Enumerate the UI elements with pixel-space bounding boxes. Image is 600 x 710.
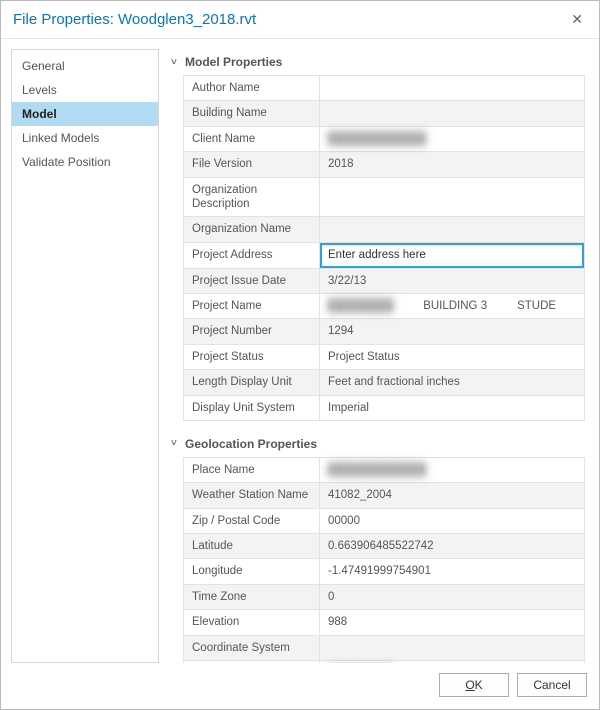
- property-label: Weather Station Name: [184, 483, 320, 507]
- geolocation-properties-grid: Place Name████████████Weather Station Na…: [183, 457, 585, 663]
- property-label: Building Name: [184, 101, 320, 125]
- property-row: Client Name████████████: [184, 127, 584, 152]
- property-row: Organization Name: [184, 217, 584, 242]
- sidebar-item-validate-position[interactable]: Validate Position: [12, 150, 158, 174]
- property-row: Latitude0.663906485522742: [184, 534, 584, 559]
- property-value[interactable]: 0.663906485522742: [320, 534, 584, 558]
- property-value[interactable]: Imperial: [320, 396, 584, 420]
- sidebar-item-linked-models[interactable]: Linked Models: [12, 126, 158, 150]
- dialog-title: File Properties: Woodglen3_2018.rvt: [13, 11, 256, 28]
- property-label: Time Zone: [184, 585, 320, 609]
- property-label: Longitude: [184, 559, 320, 583]
- file-properties-dialog: File Properties: Woodglen3_2018.rvt ✕ Ge…: [0, 0, 600, 710]
- property-label: Organization Description: [184, 178, 320, 217]
- property-row: Time Zone0: [184, 585, 584, 610]
- property-label: Project Number: [184, 319, 320, 343]
- property-label: Latitude: [184, 534, 320, 558]
- property-value[interactable]: 2018: [320, 152, 584, 176]
- section-header-geolocation[interactable]: ˅ Geolocation Properties: [169, 431, 587, 457]
- property-row: Author Name: [184, 76, 584, 101]
- property-label: Project Issue Date: [184, 269, 320, 293]
- property-value[interactable]: [320, 178, 584, 217]
- dialog-body: GeneralLevelsModelLinked ModelsValidate …: [1, 39, 599, 663]
- property-row: Project StatusProject Status: [184, 345, 584, 370]
- section-title: Model Properties: [185, 55, 282, 69]
- titlebar: File Properties: Woodglen3_2018.rvt ✕: [1, 1, 599, 39]
- cancel-button[interactable]: Cancel: [517, 673, 587, 697]
- property-value[interactable]: [320, 76, 584, 100]
- property-row: Display Unit SystemImperial: [184, 396, 584, 421]
- property-value[interactable]: [320, 636, 584, 660]
- chevron-down-icon: ˅: [171, 57, 181, 68]
- property-label: Client Name: [184, 127, 320, 151]
- chevron-down-icon: ˅: [171, 438, 181, 449]
- property-label: Display Unit System: [184, 396, 320, 420]
- dialog-footer: OK Cancel: [1, 663, 599, 709]
- property-label: Project Name: [184, 294, 320, 318]
- sidebar: GeneralLevelsModelLinked ModelsValidate …: [11, 49, 159, 663]
- property-row: Longitude-1.47491999754901: [184, 559, 584, 584]
- section-title: Geolocation Properties: [185, 437, 317, 451]
- property-row: Weather Station Name41082_2004: [184, 483, 584, 508]
- property-row: Elevation988: [184, 610, 584, 635]
- sidebar-item-levels[interactable]: Levels: [12, 78, 158, 102]
- property-value[interactable]: 00000: [320, 509, 584, 533]
- property-row: Zip / Postal Code00000: [184, 509, 584, 534]
- property-label: Author Name: [184, 76, 320, 100]
- property-value[interactable]: Project Status: [320, 345, 584, 369]
- property-value[interactable]: 0: [320, 585, 584, 609]
- sidebar-item-model[interactable]: Model: [12, 102, 158, 126]
- close-icon[interactable]: ✕: [565, 9, 589, 30]
- property-value[interactable]: 3/22/13: [320, 269, 584, 293]
- property-row: Project Issue Date3/22/13: [184, 269, 584, 294]
- property-row: Coordinate System: [184, 636, 584, 661]
- property-row: File Version2018: [184, 152, 584, 177]
- property-label: Place Name: [184, 458, 320, 482]
- property-value[interactable]: -1.47491999754901: [320, 559, 584, 583]
- property-row: Project Address: [184, 243, 584, 269]
- property-label: Zip / Postal Code: [184, 509, 320, 533]
- property-row: Place Name████████████: [184, 458, 584, 483]
- property-label: Project Status: [184, 345, 320, 369]
- property-value[interactable]: ████████8d47ac7: [320, 661, 584, 663]
- property-value[interactable]: 1294: [320, 319, 584, 343]
- property-row: Project Number1294: [184, 319, 584, 344]
- property-label: Organization Name: [184, 217, 320, 241]
- content-panel: ˅ Model Properties Author NameBuilding N…: [169, 49, 589, 663]
- property-value[interactable]: Feet and fractional inches: [320, 370, 584, 394]
- property-label: Elevation: [184, 610, 320, 634]
- section-header-model[interactable]: ˅ Model Properties: [169, 49, 587, 75]
- property-row: Organization Description: [184, 178, 584, 218]
- property-row: Length Display UnitFeet and fractional i…: [184, 370, 584, 395]
- property-label: Coordinate System: [184, 636, 320, 660]
- property-row: Project Name████████BUILDING 3STUDE: [184, 294, 584, 319]
- property-value[interactable]: 41082_2004: [320, 483, 584, 507]
- property-value[interactable]: ████████BUILDING 3STUDE: [320, 294, 584, 318]
- property-row: Building Name: [184, 101, 584, 126]
- ok-button[interactable]: OK: [439, 673, 509, 697]
- property-label: File Version: [184, 152, 320, 176]
- model-properties-grid: Author NameBuilding NameClient Name█████…: [183, 75, 585, 421]
- property-value[interactable]: [320, 217, 584, 241]
- property-value[interactable]: ████████████: [320, 127, 584, 151]
- property-value[interactable]: 988: [320, 610, 584, 634]
- property-edit-input[interactable]: [320, 243, 584, 268]
- property-label: Project Address: [184, 243, 320, 268]
- property-value[interactable]: ████████████: [320, 458, 584, 482]
- property-value[interactable]: [320, 101, 584, 125]
- property-label: Length Display Unit: [184, 370, 320, 394]
- property-value[interactable]: [320, 243, 584, 268]
- sidebar-item-general[interactable]: General: [12, 54, 158, 78]
